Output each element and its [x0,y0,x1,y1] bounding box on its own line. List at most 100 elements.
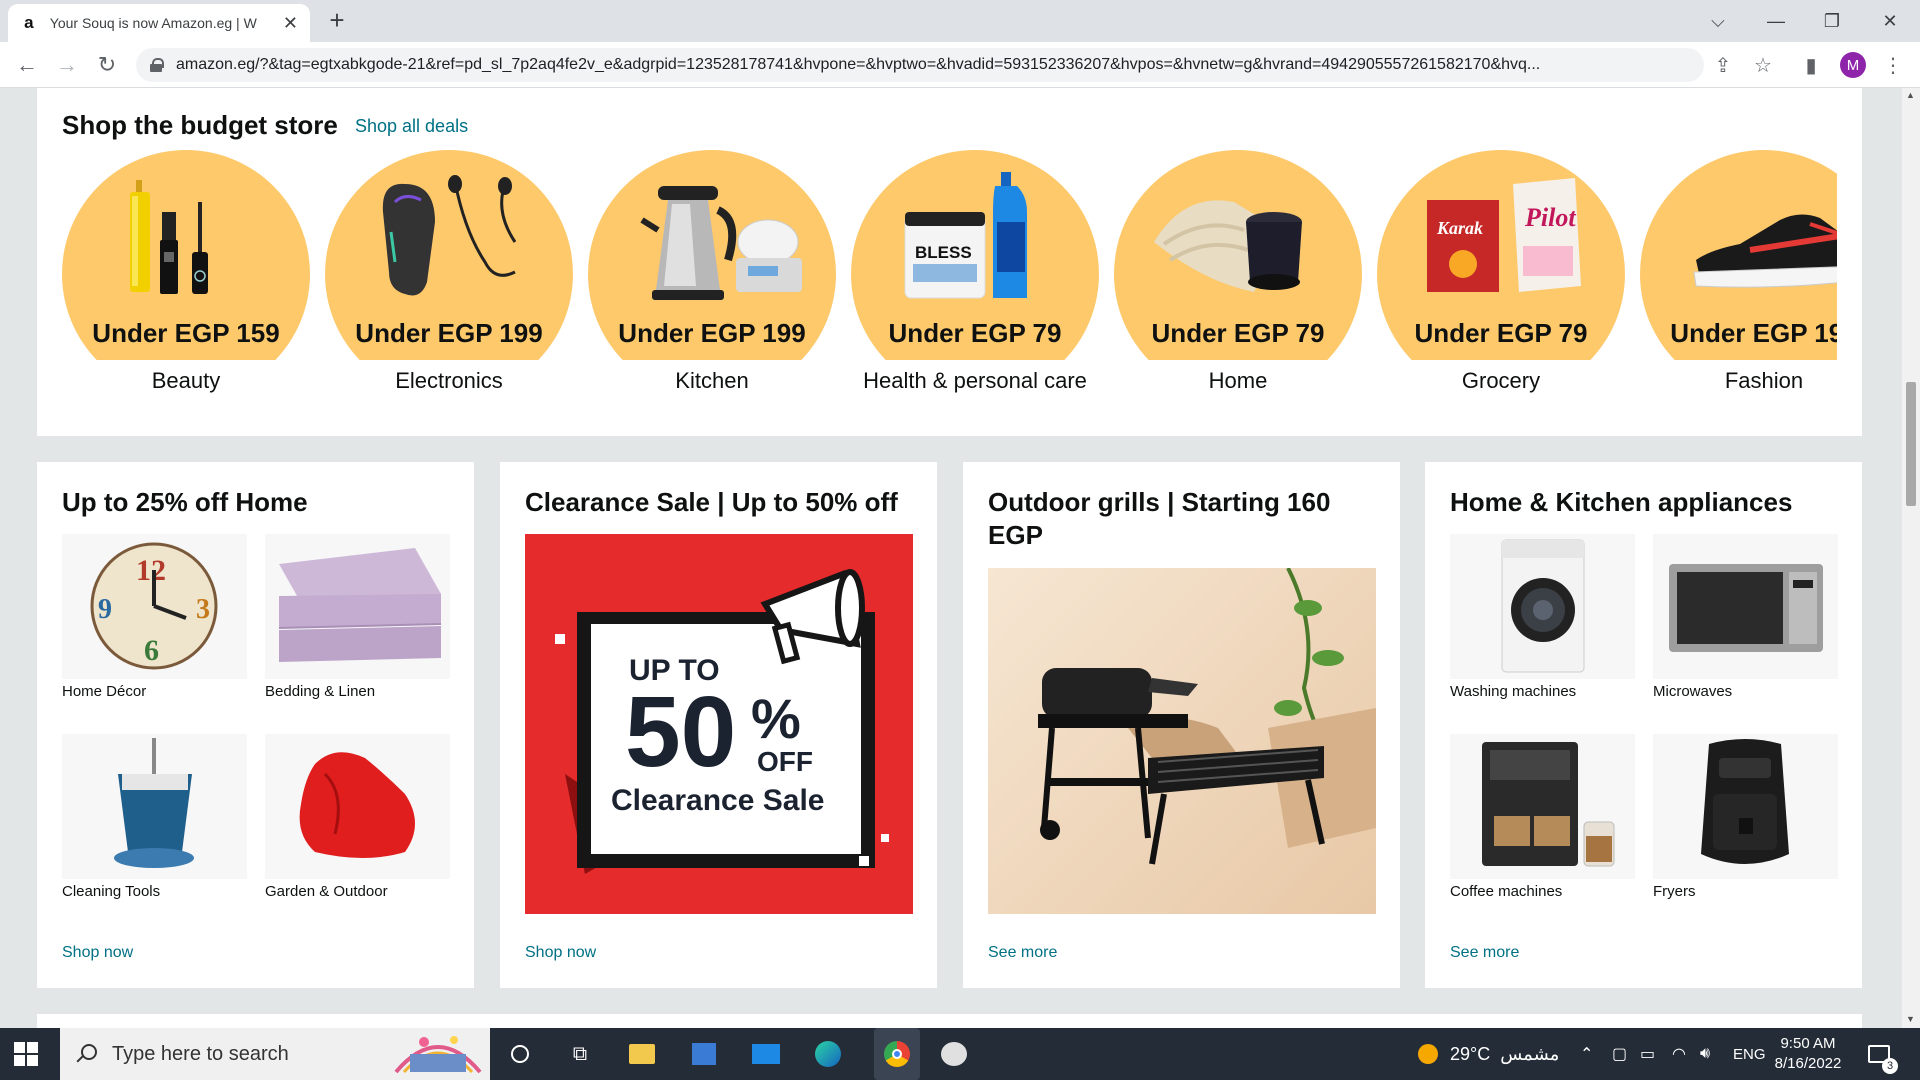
budget-item-image: Karak Pilot Under EGP 79 [1377,150,1625,360]
search-icon [76,1044,97,1064]
card-title: Outdoor grills | Starting 160 EGP [988,487,1331,550]
tray-overflow-chevron-icon[interactable]: ⌃ [1580,1028,1593,1080]
page-viewport: Shop the budget store Shop all deals Und… [0,88,1902,1028]
file-explorer-icon[interactable] [626,1038,658,1070]
budget-price: Under EGP 199 [618,318,806,348]
wifi-icon[interactable]: ◠ [1672,1028,1686,1080]
microsoft-store-icon[interactable] [688,1038,720,1070]
weather-temp: 29°C [1450,1043,1491,1064]
scroll-thumb[interactable] [1906,382,1916,506]
tile-label: Microwaves [1653,683,1733,700]
svg-text:Karak: Karak [1436,218,1483,238]
notifications-icon[interactable]: 3 [1868,1028,1898,1080]
grill-banner[interactable] [988,568,1376,914]
tile-garden-outdoor[interactable]: Garden & Outdoor [265,734,450,900]
see-more-link[interactable]: See more [1450,944,1519,962]
svg-text:12: 12 [136,554,166,587]
svg-text:6: 6 [144,634,159,667]
cleaning-tools-image [62,734,247,879]
fashion-shoe-image [1693,214,1837,288]
taskbar-clock[interactable]: 9:50 AM 8/16/2022 [1762,1034,1854,1074]
budget-item-fashion[interactable]: Under EGP 199 Fashion [1640,150,1837,400]
budget-price: Under EGP 199 [355,318,543,348]
bookmark-star-icon[interactable]: ☆ [1748,50,1778,80]
budget-category-label: Health & personal care [863,368,1087,393]
budget-store-title: Shop the budget store [62,110,338,140]
budget-item-image: Under EGP 159 [62,150,310,360]
battery-icon[interactable]: ▭ [1640,1028,1655,1080]
budget-category-label: Grocery [1461,368,1541,393]
volume-icon[interactable]: 🔊︎ [1700,1028,1710,1080]
scroll-down-icon[interactable]: ▼ [1906,1014,1915,1024]
scroll-up-icon[interactable]: ▲ [1906,90,1915,100]
budget-price: Under EGP 159 [92,318,280,348]
tab-search-button[interactable]: ⌵ [1690,0,1746,42]
back-button[interactable]: ← [12,50,42,80]
washing-machine-image [1450,534,1635,679]
coffee-machine-image [1450,734,1635,879]
budget-category-label: Home [1208,368,1268,393]
budget-item-electronics[interactable]: Under EGP 199 Electronics [325,150,575,400]
svg-text:9: 9 [98,594,112,625]
edge-browser-icon[interactable] [812,1038,844,1070]
paint-app-icon[interactable] [938,1038,970,1070]
budget-item-beauty[interactable]: Under EGP 159 Beauty [62,150,312,400]
browser-tab-active[interactable]: a Your Souq is now Amazon.eg | W ✕ [8,4,310,42]
menu-kebab-icon[interactable]: ⋮ [1878,50,1908,80]
close-window-button[interactable]: ✕ [1862,0,1918,42]
budget-item-image: Under EGP 199 [588,150,836,360]
shop-now-link[interactable]: Shop now [62,944,133,962]
lock-icon[interactable] [150,58,164,72]
budget-category-label: Beauty [151,368,221,393]
home-decor-image: 12 9 3 6 [62,534,247,679]
forward-button[interactable]: → [52,50,82,80]
svg-text:Pilot: Pilot [1524,203,1576,232]
budget-item-health[interactable]: BLESS Under EGP 79 Health & personal car… [851,150,1101,400]
language-indicator[interactable]: ENG [1733,1028,1766,1080]
profile-avatar[interactable]: M [1840,52,1866,78]
windows-start-icon[interactable] [14,1042,38,1066]
address-bar[interactable]: amazon.eg/?&tag=egtxabkgode-21&ref=pd_sl… [136,48,1704,82]
budget-category-carousel: Under EGP 159 Beauty Under EGP 199 Elect… [62,150,1837,400]
shop-all-deals-link[interactable]: Shop all deals [355,116,468,137]
amazon-favicon-icon: a [24,13,34,32]
minimize-button[interactable]: — [1748,0,1804,42]
notification-count: 3 [1882,1058,1898,1074]
tile-bedding-linen[interactable]: Bedding & Linen [265,534,450,700]
chrome-taskbar-icon[interactable] [874,1028,920,1080]
meet-now-icon[interactable]: ▢ [1612,1028,1627,1080]
grocery-products-image: Karak Pilot [1427,178,1581,292]
new-tab-button[interactable]: + [322,6,352,36]
clearance-banner[interactable]: UP TO 50 % OFF Clearance Sale [525,534,913,914]
restore-button[interactable]: ❐ [1804,0,1860,42]
reload-button[interactable]: ↻ [92,50,122,80]
shop-now-link[interactable]: Shop now [525,944,596,962]
weather-widget[interactable]: 29°C مشمس [1418,1028,1559,1080]
tile-fryers[interactable]: Fryers [1653,734,1838,900]
tile-washing-machines[interactable]: Washing machines [1450,534,1635,700]
see-more-link[interactable]: See more [988,944,1057,962]
tile-label: Washing machines [1450,683,1577,700]
tile-microwaves[interactable]: Microwaves [1653,534,1838,700]
card-outdoor-grills: Outdoor grills | Starting 160 EGP See mo… [963,462,1400,988]
budget-item-home[interactable]: Under EGP 79 Home [1114,150,1364,400]
budget-item-kitchen[interactable]: Under EGP 199 Kitchen [588,150,838,400]
close-tab-icon[interactable]: ✕ [283,14,298,32]
browser-tab-strip: a Your Souq is now Amazon.eg | W ✕ + ⌵ —… [0,0,1920,42]
share-icon[interactable]: ⇪ [1708,50,1738,80]
browser-toolbar: ← → ↻ amazon.eg/?&tag=egtxabkgode-21&ref… [0,42,1920,88]
cortana-circle-icon[interactable] [504,1038,536,1070]
next-section-peek [37,1014,1862,1028]
task-view-icon[interactable]: ⧉ [564,1038,596,1070]
sun-icon [1418,1044,1438,1064]
page-scrollbar[interactable]: ▲ ▼ [1902,88,1920,1028]
budget-item-grocery[interactable]: Karak Pilot Under EGP 79 Grocery [1377,150,1627,400]
card-title: Clearance Sale | Up to 50% off [525,487,898,517]
tile-coffee-machines[interactable]: Coffee machines [1450,734,1635,900]
side-panel-icon[interactable]: ▮ [1796,50,1826,80]
taskbar-search-box[interactable]: Type here to search [60,1028,490,1080]
tile-home-decor[interactable]: 12 9 3 6 Home Décor [62,534,247,700]
tile-cleaning-tools[interactable]: Cleaning Tools [62,734,247,900]
budget-store-section: Shop the budget store Shop all deals Und… [37,88,1862,436]
mail-icon[interactable] [750,1038,782,1070]
